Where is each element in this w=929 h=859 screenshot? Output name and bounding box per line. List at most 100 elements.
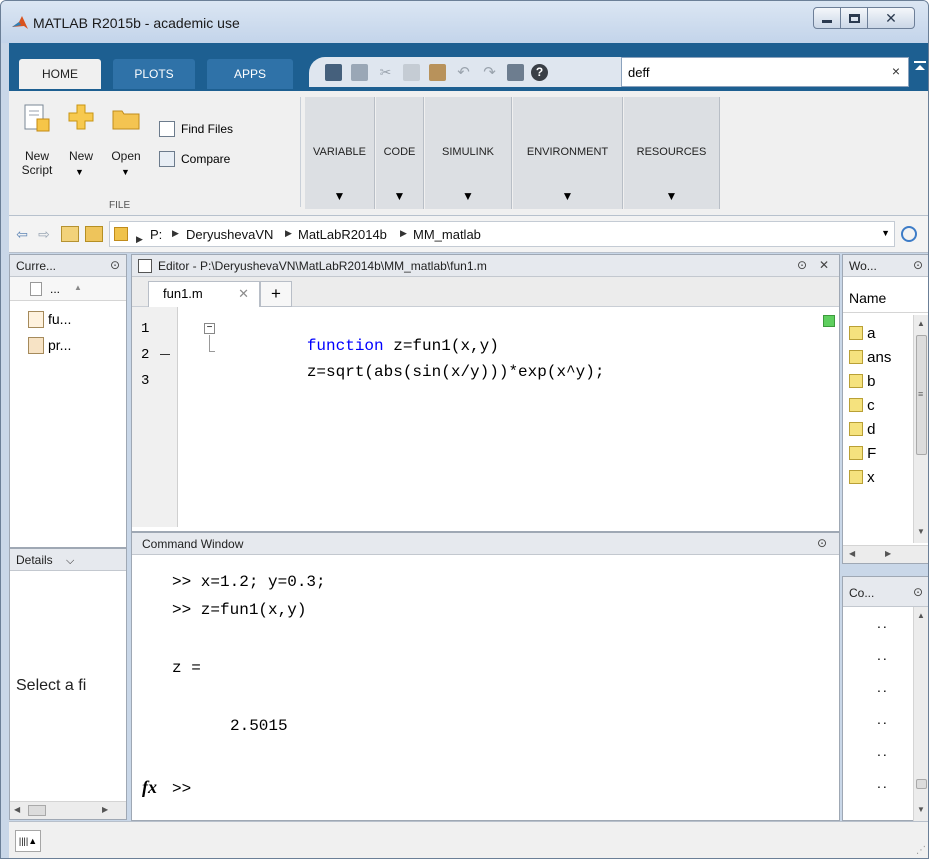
compare-button[interactable]: Compare bbox=[155, 149, 295, 169]
line-number: 3 bbox=[141, 373, 150, 389]
workspace-variable[interactable]: ans bbox=[849, 349, 891, 366]
address-field[interactable]: ▶ P: ▶ DeryushevaVN ▶ MatLabR2014b ▶ MM_… bbox=[109, 221, 895, 247]
help-icon[interactable]: ? bbox=[531, 64, 548, 81]
crumb-separator: ▶ bbox=[400, 228, 407, 238]
paste-icon[interactable] bbox=[429, 64, 446, 81]
back-icon[interactable]: ⇦ bbox=[13, 226, 31, 242]
status-toggle-icon[interactable]: ||||▲ bbox=[15, 830, 41, 852]
workspace-variable[interactable]: b bbox=[849, 373, 876, 390]
simulink-group-label: SIMULINK bbox=[442, 146, 494, 158]
workspace-variable[interactable]: x bbox=[849, 469, 875, 486]
open-button[interactable]: Open ▼ bbox=[105, 99, 147, 185]
vertical-scrollbar[interactable]: ▲ ≡ ▼ bbox=[913, 315, 928, 543]
browse-folder-icon[interactable] bbox=[85, 226, 103, 242]
maximize-button[interactable] bbox=[840, 7, 868, 29]
new-window-icon[interactable] bbox=[325, 64, 342, 81]
plus-icon bbox=[68, 104, 94, 130]
panel-menu-icon[interactable]: ⊙ bbox=[797, 258, 807, 272]
scroll-left-icon[interactable]: ◀ bbox=[14, 805, 20, 814]
scroll-down-icon[interactable]: ▼ bbox=[917, 805, 925, 814]
crumb-separator: ▶ bbox=[136, 234, 143, 244]
breadcrumb-item[interactable]: P: bbox=[150, 227, 162, 242]
history-item[interactable]: .. bbox=[877, 775, 889, 791]
scroll-down-icon[interactable]: ▼ bbox=[917, 527, 925, 536]
scroll-up-icon[interactable]: ▲ bbox=[917, 319, 925, 328]
output-value: 2.5015 bbox=[230, 717, 288, 735]
scroll-right-icon[interactable]: ▶ bbox=[885, 549, 891, 558]
horizontal-scrollbar[interactable]: ◀ ▶ bbox=[10, 801, 126, 819]
undo-icon[interactable]: ↶ bbox=[455, 64, 472, 81]
workspace-panel: Wo... ⊙ Name a ans b c d F x ▲ ≡ ▼ ◀ ▶ bbox=[842, 254, 928, 564]
variable-group[interactable]: VARIABLE ▼ bbox=[305, 97, 375, 209]
code-analyzer-indicator[interactable] bbox=[823, 315, 835, 327]
workspace-variable[interactable]: c bbox=[849, 397, 875, 414]
history-item[interactable]: .. bbox=[877, 647, 889, 663]
minimize-button[interactable] bbox=[813, 7, 841, 29]
tab-home[interactable]: HOME bbox=[19, 59, 101, 89]
command-output[interactable]: >> x=1.2; y=0.3; >> z=fun1(x,y) z = 2.50… bbox=[132, 555, 839, 820]
matrix-icon bbox=[849, 422, 863, 436]
breadcrumb-item[interactable]: MatLabR2014b bbox=[298, 227, 387, 242]
workspace-variable[interactable]: d bbox=[849, 421, 876, 438]
code-group[interactable]: CODE ▼ bbox=[376, 97, 424, 209]
breadcrumb-item[interactable]: MM_matlab bbox=[413, 227, 481, 242]
scroll-left-icon[interactable]: ◀ bbox=[849, 549, 855, 558]
file-row[interactable]: fu... bbox=[10, 307, 126, 333]
history-item[interactable]: .. bbox=[877, 679, 889, 695]
up-folder-icon[interactable] bbox=[61, 226, 79, 242]
simulink-group[interactable]: SIMULINK ▼ bbox=[425, 97, 512, 209]
close-button[interactable]: ✕ bbox=[867, 7, 915, 29]
fold-toggle-icon[interactable]: − bbox=[204, 323, 215, 334]
panel-menu-icon[interactable]: ⊙ bbox=[913, 585, 923, 599]
new-button[interactable]: New ▼ bbox=[61, 99, 101, 185]
cut-icon[interactable]: ✂ bbox=[377, 64, 394, 81]
line-number: 2 bbox=[141, 347, 150, 363]
breakpoint-marker[interactable] bbox=[160, 354, 170, 355]
workspace-variable[interactable]: F bbox=[849, 445, 876, 462]
switch-windows-icon[interactable] bbox=[507, 64, 524, 81]
search-input[interactable] bbox=[628, 63, 868, 81]
save-icon[interactable] bbox=[351, 64, 368, 81]
tab-apps[interactable]: APPS bbox=[207, 59, 293, 89]
breadcrumb-item[interactable]: DeryushevaVN bbox=[186, 227, 273, 242]
history-item[interactable]: .. bbox=[877, 615, 889, 631]
new-script-button[interactable]: New Script bbox=[15, 99, 59, 185]
collapse-ribbon-icon[interactable] bbox=[913, 59, 927, 85]
code-editor[interactable]: − function z=fun1(x,y) z=sqrt(abs(sin(x/… bbox=[178, 307, 819, 527]
forward-icon[interactable]: ⇨ bbox=[35, 226, 53, 242]
matrix-icon bbox=[849, 470, 863, 484]
scroll-up-icon[interactable]: ▲ bbox=[917, 611, 925, 620]
resize-grip-icon[interactable]: ⋰ bbox=[916, 845, 926, 856]
panel-menu-icon[interactable]: ⊙ bbox=[110, 258, 120, 272]
horizontal-scrollbar[interactable]: ◀ ▶ bbox=[843, 545, 928, 563]
new-tab-button[interactable]: + bbox=[260, 281, 292, 307]
folder-icon bbox=[112, 110, 140, 130]
tab-plots[interactable]: PLOTS bbox=[113, 59, 195, 89]
scroll-right-icon[interactable]: ▶ bbox=[102, 805, 108, 814]
vertical-scrollbar[interactable]: ▲ ▼ bbox=[913, 607, 928, 821]
scrollbar-thumb[interactable] bbox=[28, 805, 46, 816]
environment-group[interactable]: ENVIRONMENT ▼ bbox=[513, 97, 623, 209]
close-icon[interactable]: ✕ bbox=[819, 258, 829, 272]
copy-icon[interactable] bbox=[403, 64, 420, 81]
clear-search-icon[interactable]: × bbox=[892, 63, 900, 79]
file-row[interactable]: pr... bbox=[10, 333, 126, 359]
history-item[interactable]: .. bbox=[877, 711, 889, 727]
scrollbar-thumb[interactable] bbox=[916, 779, 927, 789]
function-browser-icon[interactable]: fx bbox=[142, 777, 157, 798]
history-item[interactable]: .. bbox=[877, 743, 889, 759]
panel-menu-icon[interactable]: ⊙ bbox=[913, 258, 923, 272]
workspace-variable[interactable]: a bbox=[849, 325, 876, 342]
chevron-down-icon[interactable]: ▼ bbox=[881, 228, 890, 238]
column-header[interactable]: ... ▲ bbox=[10, 277, 126, 301]
panel-menu-icon[interactable]: ⊙ bbox=[817, 536, 827, 550]
details-header[interactable]: Details ⌵ bbox=[10, 549, 126, 571]
resources-group[interactable]: RESOURCES ▼ bbox=[624, 97, 720, 209]
close-tab-icon[interactable]: ✕ bbox=[238, 286, 249, 302]
find-files-button[interactable]: Find Files bbox=[155, 119, 295, 139]
column-header[interactable]: Name bbox=[843, 281, 928, 313]
search-folder-icon[interactable] bbox=[901, 226, 917, 242]
editor-tab-fun1[interactable]: fun1.m ✕ bbox=[148, 281, 260, 307]
redo-icon[interactable]: ↷ bbox=[481, 64, 498, 81]
command-prompt[interactable]: >> bbox=[172, 780, 191, 798]
